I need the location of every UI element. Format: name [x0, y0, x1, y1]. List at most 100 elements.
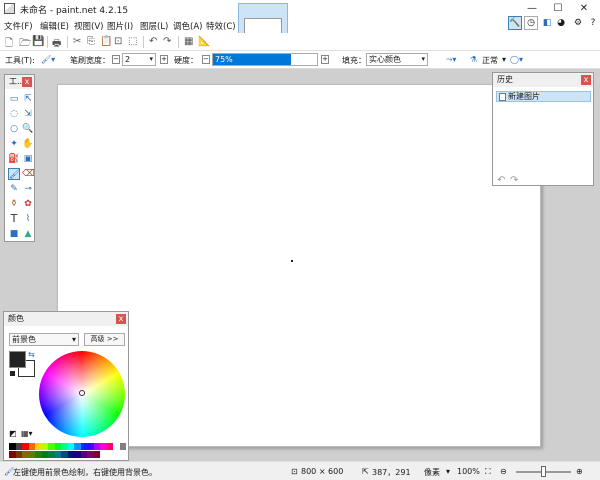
color-wheel[interactable] [39, 351, 125, 437]
history-item[interactable]: 新建图片 [496, 91, 591, 102]
cursor-position-icon: ⇱ [362, 467, 369, 476]
paint-bucket-icon[interactable]: ⛽ [8, 153, 20, 165]
zoom-slider-thumb[interactable] [541, 466, 546, 477]
chevron-down-icon[interactable]: ▾ [502, 55, 506, 64]
ruler-icon[interactable]: 📐 [198, 36, 210, 47]
pencil-icon[interactable]: ✎ [8, 183, 20, 195]
image-canvas[interactable] [57, 84, 541, 447]
palette-swatch[interactable] [93, 450, 100, 458]
history-panel-header[interactable]: 历史 [493, 73, 593, 87]
help-icon[interactable]: ? [586, 16, 600, 30]
hardness-decrease-button[interactable]: − [202, 55, 210, 64]
color-mode-icon[interactable]: ◩ [9, 429, 17, 438]
brush-width-decrease-button[interactable]: − [112, 55, 120, 64]
menu-image[interactable]: 图片(I) [107, 20, 133, 32]
history-panel-title: 历史 [497, 75, 513, 84]
history-undo-icon[interactable]: ↶ [497, 175, 505, 186]
swap-colors-icon[interactable]: ⇆ [28, 350, 35, 359]
settings-gear-icon[interactable]: ⚙ [571, 16, 585, 30]
colors-panel-header[interactable]: 颜色 [4, 312, 128, 326]
tools-panel-close-button[interactable]: x [22, 77, 32, 87]
lasso-select-icon[interactable]: ◌ [8, 108, 20, 120]
tools-toggle-icon[interactable]: 🔨 [508, 16, 522, 30]
zoom-out-icon[interactable]: ⊖ [500, 467, 507, 476]
palette-menu-icon[interactable]: ▦▾ [21, 429, 33, 438]
ellipse-select-icon[interactable]: ○ [8, 123, 20, 135]
recolor-icon[interactable]: ✿ [22, 198, 34, 210]
paste-icon[interactable]: 📋 [100, 36, 112, 47]
more-colors-button[interactable]: 高级 >> [84, 333, 125, 346]
menu-effects[interactable]: 特效(C) [206, 20, 236, 32]
fill-mode-combobox[interactable]: 实心颜色 ▾ [366, 53, 428, 66]
cut-icon[interactable]: ✂ [73, 36, 81, 47]
copy-icon[interactable]: ⎘ [87, 36, 95, 47]
zoom-icon[interactable]: 🔍 [22, 123, 34, 135]
paintbrush-icon[interactable]: 🖌 [8, 168, 20, 180]
history-redo-icon[interactable]: ↷ [510, 175, 518, 186]
clone-stamp-icon[interactable]: ⚱ [8, 198, 20, 210]
paintbrush-tool-icon[interactable]: 🖌▾ [41, 55, 55, 64]
layers-toggle-icon[interactable]: ◧ [540, 16, 554, 30]
hardness-increase-button[interactable]: + [321, 55, 329, 64]
primary-secondary-select[interactable]: 前景色 ▾ [9, 333, 79, 346]
chevron-down-icon[interactable]: ▾ [446, 467, 450, 476]
hardness-fill: 75% [213, 54, 291, 65]
move-selected-icon[interactable]: ⇱ [22, 93, 34, 105]
reset-colors-icon[interactable] [9, 370, 16, 377]
fill-label: 填充： [342, 56, 366, 65]
units-selector[interactable]: 像素 [424, 467, 440, 478]
text-tool-icon[interactable]: T [8, 213, 20, 225]
chevron-down-icon: ▾ [71, 335, 76, 344]
title-bar: 未命名 - paint.net 4.2.15 — ☐ ✕ [0, 0, 600, 17]
magic-wand-icon[interactable]: ✦ [8, 138, 20, 150]
undo-icon[interactable]: ↶ [149, 36, 157, 47]
crop-icon[interactable]: ⊡ [114, 36, 122, 47]
shape-type-icon[interactable]: ▲ [22, 228, 34, 240]
move-selection-icon[interactable]: ⇲ [22, 108, 34, 120]
hardness-slider[interactable]: 75% [212, 53, 318, 66]
antialiasing-icon[interactable]: ⤳▾ [446, 55, 456, 65]
brush-width-increase-button[interactable]: + [160, 55, 168, 64]
blend-mode-icon[interactable]: ⚗ [470, 55, 477, 64]
line-curve-icon[interactable]: ⌇ [22, 213, 34, 225]
colors-toggle-icon[interactable]: ◕ [554, 16, 568, 30]
zoom-in-icon[interactable]: ⊕ [576, 467, 583, 476]
menu-adjustments[interactable]: 调色(A) [173, 20, 202, 32]
history-toggle-icon[interactable]: ◷ [524, 16, 538, 30]
tools-panel: 工... x ▭ ⇱ ◌ ⇲ ○ 🔍 ✦ ✋ ⛽ ▣ 🖌 ⌫ ✎ ⊸ ⚱ ✿ T… [4, 74, 35, 242]
blend-mode-value[interactable]: 正常 [482, 55, 498, 66]
color-wheel-cursor[interactable] [79, 390, 85, 396]
redo-icon[interactable]: ↷ [163, 36, 171, 47]
grid-icon[interactable]: ▦ [184, 36, 193, 47]
brush-width-combobox[interactable]: 2 ▾ [122, 53, 156, 66]
hardness-label: 硬度： [174, 56, 198, 65]
menu-layers[interactable]: 图层(L) [140, 20, 168, 32]
colors-panel-close-button[interactable]: x [116, 314, 126, 324]
gradient-icon[interactable]: ▣ [22, 153, 34, 165]
zoom-fit-icon[interactable]: ⛶ [485, 467, 491, 477]
primary-color-swatch[interactable] [9, 351, 26, 368]
eraser-icon[interactable]: ⌫ [22, 168, 35, 180]
status-hint: 左键使用前景色绘制，右键使用背景色。 [13, 468, 157, 477]
chevron-down-icon: ▾ [149, 55, 153, 63]
menu-view[interactable]: 视图(V) [74, 20, 103, 32]
toolbar-separator [143, 36, 144, 48]
status-bar: 🖌 左键使用前景色绘制，右键使用背景色。 ⊡ 800 × 600 ⇱ 387，2… [0, 461, 600, 480]
shapes-icon[interactable]: ■ [8, 228, 20, 240]
rectangle-select-icon[interactable]: ▭ [8, 93, 20, 105]
zoom-value[interactable]: 100% [457, 467, 480, 476]
minimize-button[interactable]: — [519, 0, 545, 16]
save-icon[interactable]: 💾 [32, 36, 44, 47]
history-panel-close-button[interactable]: x [581, 75, 591, 85]
close-button[interactable]: ✕ [571, 0, 597, 16]
maximize-button[interactable]: ☐ [545, 0, 571, 16]
image-size-icon: ⊡ [291, 467, 298, 476]
pan-hand-icon[interactable]: ✋ [22, 138, 34, 150]
color-palette [9, 443, 127, 458]
selection-mode-icon[interactable]: ◯▾ [510, 55, 523, 64]
palette-swatch[interactable] [119, 443, 126, 450]
color-picker-icon[interactable]: ⊸ [22, 183, 34, 195]
deselect-icon[interactable]: ⬚ [128, 36, 137, 47]
menu-file[interactable]: 文件(F) [4, 20, 33, 32]
menu-edit[interactable]: 编辑(E) [40, 20, 69, 32]
